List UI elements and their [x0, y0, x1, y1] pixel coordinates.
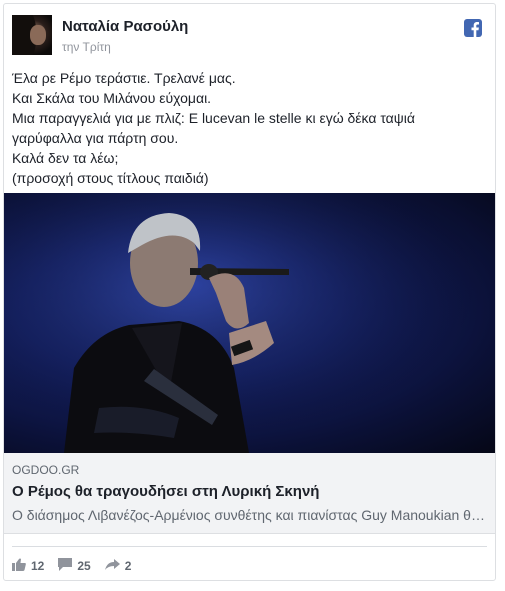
author-name[interactable]: Ναταλία Ρασούλη: [62, 18, 188, 35]
link-title[interactable]: Ο Ρέμος θα τραγουδήσει στη Λυρική Σκηνή: [12, 483, 319, 500]
like-count-label: 12: [31, 559, 45, 573]
post-header: Ναταλία Ρασούλη την Τρίτη: [12, 15, 485, 59]
post-text-line: Καλά δεν τα λέω;: [12, 150, 119, 166]
thumbs-up-icon: [12, 558, 31, 574]
post-text-line: Μια παραγγελιά για με πλιζ: E lucevan le…: [12, 110, 415, 126]
facebook-icon[interactable]: [464, 19, 482, 37]
share-arrow-icon: [104, 558, 125, 574]
post-timestamp[interactable]: την Τρίτη: [62, 40, 111, 54]
comment-count-label: 25: [77, 559, 91, 573]
comment-count[interactable]: 25: [58, 558, 91, 574]
engagement-bar: 12 25 2: [12, 556, 145, 576]
link-preview-image[interactable]: [4, 193, 495, 453]
link-description: Ο διάσημος Λιβανέζος-Αρμένιος συνθέτης κ…: [12, 507, 488, 523]
post-text-line: (προσοχή στους τίτλους παιδιά): [12, 170, 209, 186]
share-count[interactable]: 2: [104, 558, 132, 574]
post-text-line: γαρύφαλλα για πάρτη σου.: [12, 130, 179, 146]
comment-icon: [58, 558, 77, 574]
post-text-line: Και Σκάλα του Μιλάνου εύχομαι.: [12, 90, 212, 106]
link-domain: OGDOO.GR: [12, 463, 80, 477]
like-count[interactable]: 12: [12, 558, 44, 574]
post-text: Έλα ρε Ρέμο τεράστιε. Τρελανέ μας. Και Σ…: [12, 68, 487, 188]
author-avatar[interactable]: [12, 15, 52, 55]
link-preview-details[interactable]: OGDOO.GR Ο Ρέμος θα τραγουδήσει στη Λυρι…: [4, 453, 495, 534]
share-count-label: 2: [124, 559, 132, 573]
actions-divider: [12, 546, 487, 547]
post-card: Ναταλία Ρασούλη την Τρίτη Έλα ρε Ρέμο τε…: [3, 3, 496, 581]
post-text-line: Έλα ρε Ρέμο τεράστιε. Τρελανέ μας.: [12, 70, 236, 86]
